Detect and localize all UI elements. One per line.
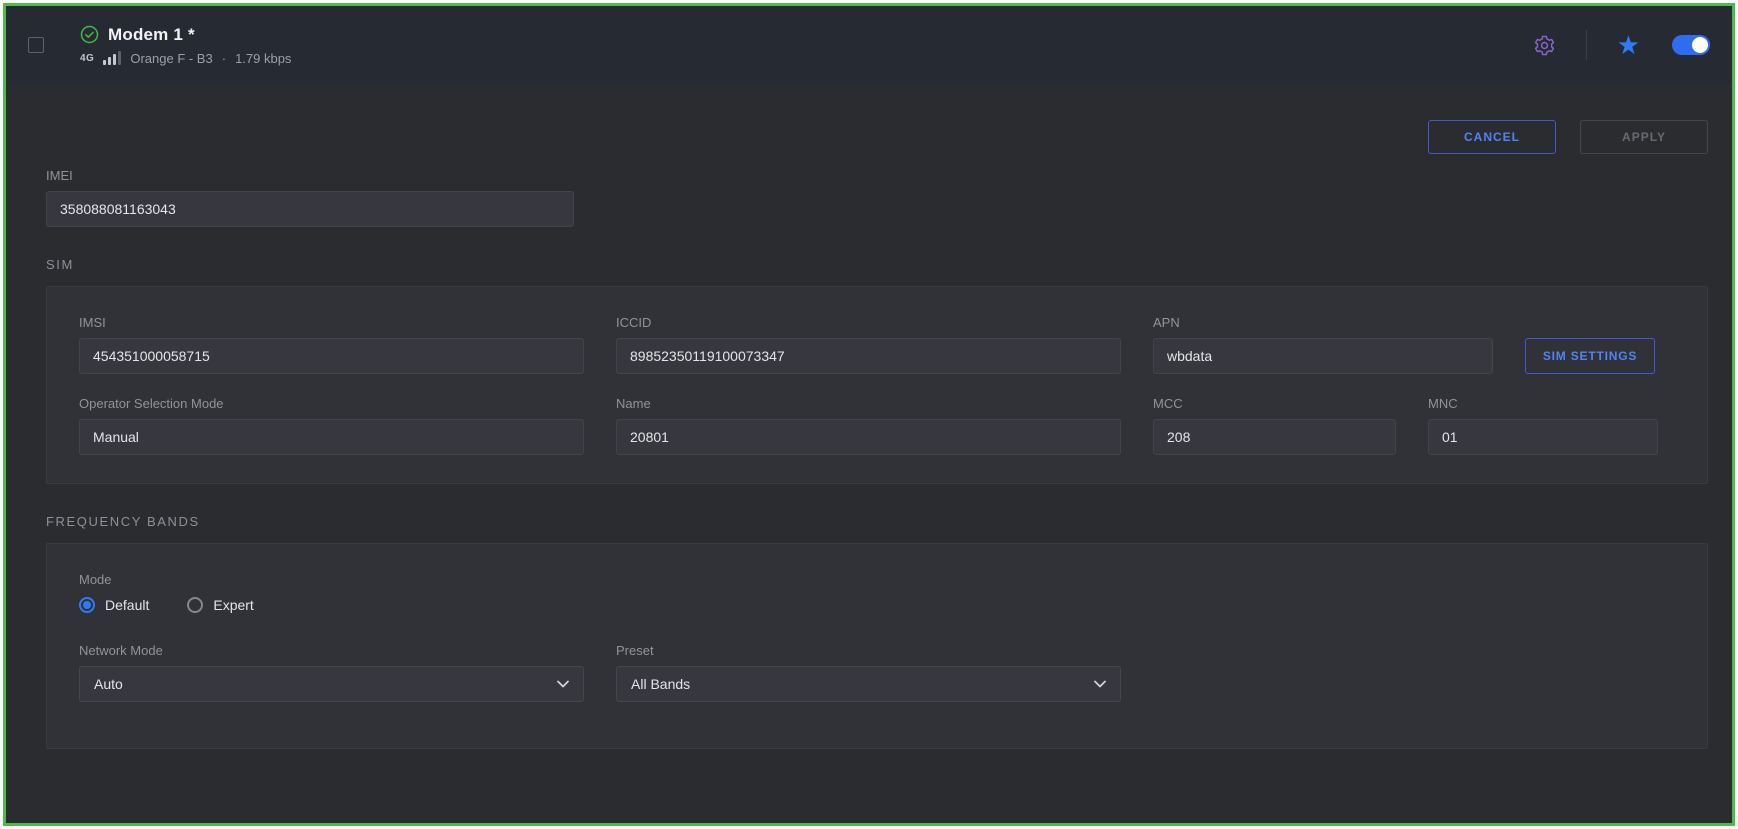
operator-mode-input[interactable] bbox=[79, 419, 584, 455]
name-field: Name bbox=[616, 396, 1121, 455]
apply-button[interactable]: APPLY bbox=[1580, 120, 1708, 154]
speed-label: 1.79 kbps bbox=[235, 51, 291, 66]
sim-settings-button[interactable]: SIM SETTINGS bbox=[1525, 338, 1655, 374]
dot-separator: · bbox=[222, 51, 226, 66]
modem-title: Modem 1 * bbox=[108, 25, 195, 45]
check-circle-icon bbox=[80, 25, 99, 44]
preset-select[interactable]: All Bands bbox=[616, 666, 1121, 702]
toggle-knob bbox=[1692, 37, 1708, 53]
chevron-down-icon bbox=[1094, 680, 1106, 688]
mcc-field: MCC bbox=[1153, 396, 1396, 455]
preset-label: Preset bbox=[616, 643, 1121, 658]
select-modem-checkbox[interactable] bbox=[28, 37, 44, 53]
radio-default-label: Default bbox=[105, 597, 149, 613]
frequency-bands-panel: Mode Default Expert Network Mode Auto bbox=[46, 543, 1708, 749]
imei-field: IMEI bbox=[46, 168, 574, 227]
mode-label: Mode bbox=[79, 572, 1675, 587]
signal-bars-icon bbox=[103, 51, 121, 65]
iccid-label: ICCID bbox=[616, 315, 1121, 330]
operator-label: Orange F - B3 bbox=[130, 51, 212, 66]
star-icon[interactable]: ★ bbox=[1617, 32, 1640, 58]
network-mode-select-field: Network Mode Auto bbox=[79, 643, 584, 702]
preset-value: All Bands bbox=[631, 676, 690, 692]
radio-expert-label: Expert bbox=[213, 597, 253, 613]
apn-field: APN bbox=[1153, 315, 1493, 374]
imei-label: IMEI bbox=[46, 168, 574, 183]
mode-radio-group: Default Expert bbox=[79, 597, 1675, 613]
form-actions: CANCEL APPLY bbox=[46, 120, 1708, 154]
network-mode-value: Auto bbox=[94, 676, 123, 692]
imsi-input[interactable] bbox=[79, 338, 584, 374]
imsi-label: IMSI bbox=[79, 315, 584, 330]
modem-toggle[interactable] bbox=[1672, 35, 1710, 55]
radio-default[interactable]: Default bbox=[79, 597, 149, 613]
gear-icon[interactable] bbox=[1533, 34, 1556, 57]
modem-header: Modem 1 * 4G Orange F - B3 · 1.79 kbps ★ bbox=[6, 6, 1732, 84]
iccid-input[interactable] bbox=[616, 338, 1121, 374]
chevron-down-icon bbox=[557, 680, 569, 688]
radio-expert[interactable]: Expert bbox=[187, 597, 253, 613]
mcc-input[interactable] bbox=[1153, 419, 1396, 455]
radio-expert-circle bbox=[187, 597, 203, 613]
network-type-label: 4G bbox=[80, 53, 94, 64]
app-frame: Modem 1 * 4G Orange F - B3 · 1.79 kbps ★ bbox=[3, 3, 1735, 826]
cancel-button[interactable]: CANCEL bbox=[1428, 120, 1556, 154]
mnc-input[interactable] bbox=[1428, 419, 1658, 455]
network-mode-label: Network Mode bbox=[79, 643, 584, 658]
mnc-label: MNC bbox=[1428, 396, 1658, 411]
operator-mode-label: Operator Selection Mode bbox=[79, 396, 584, 411]
network-mode-select[interactable]: Auto bbox=[79, 666, 584, 702]
iccid-field: ICCID bbox=[616, 315, 1121, 374]
modem-title-block: Modem 1 * 4G Orange F - B3 · 1.79 kbps bbox=[80, 25, 291, 66]
modem-settings-content: CANCEL APPLY IMEI SIM IMSI ICCID APN bbox=[6, 84, 1732, 749]
name-input[interactable] bbox=[616, 419, 1121, 455]
name-label: Name bbox=[616, 396, 1121, 411]
imei-input[interactable] bbox=[46, 191, 574, 227]
imsi-field: IMSI bbox=[79, 315, 584, 374]
header-divider bbox=[1586, 30, 1587, 60]
apn-input[interactable] bbox=[1153, 338, 1493, 374]
radio-default-circle bbox=[79, 597, 95, 613]
operator-mode-field: Operator Selection Mode bbox=[79, 396, 584, 455]
apn-label: APN bbox=[1153, 315, 1493, 330]
sim-panel: IMSI ICCID APN SIM SETTINGS Operator Sel… bbox=[46, 286, 1708, 484]
sim-section-title: SIM bbox=[46, 257, 1708, 272]
mcc-label: MCC bbox=[1153, 396, 1396, 411]
frequency-bands-title: FREQUENCY BANDS bbox=[46, 514, 1708, 529]
mnc-field: MNC bbox=[1428, 396, 1658, 455]
preset-select-field: Preset All Bands bbox=[616, 643, 1121, 702]
